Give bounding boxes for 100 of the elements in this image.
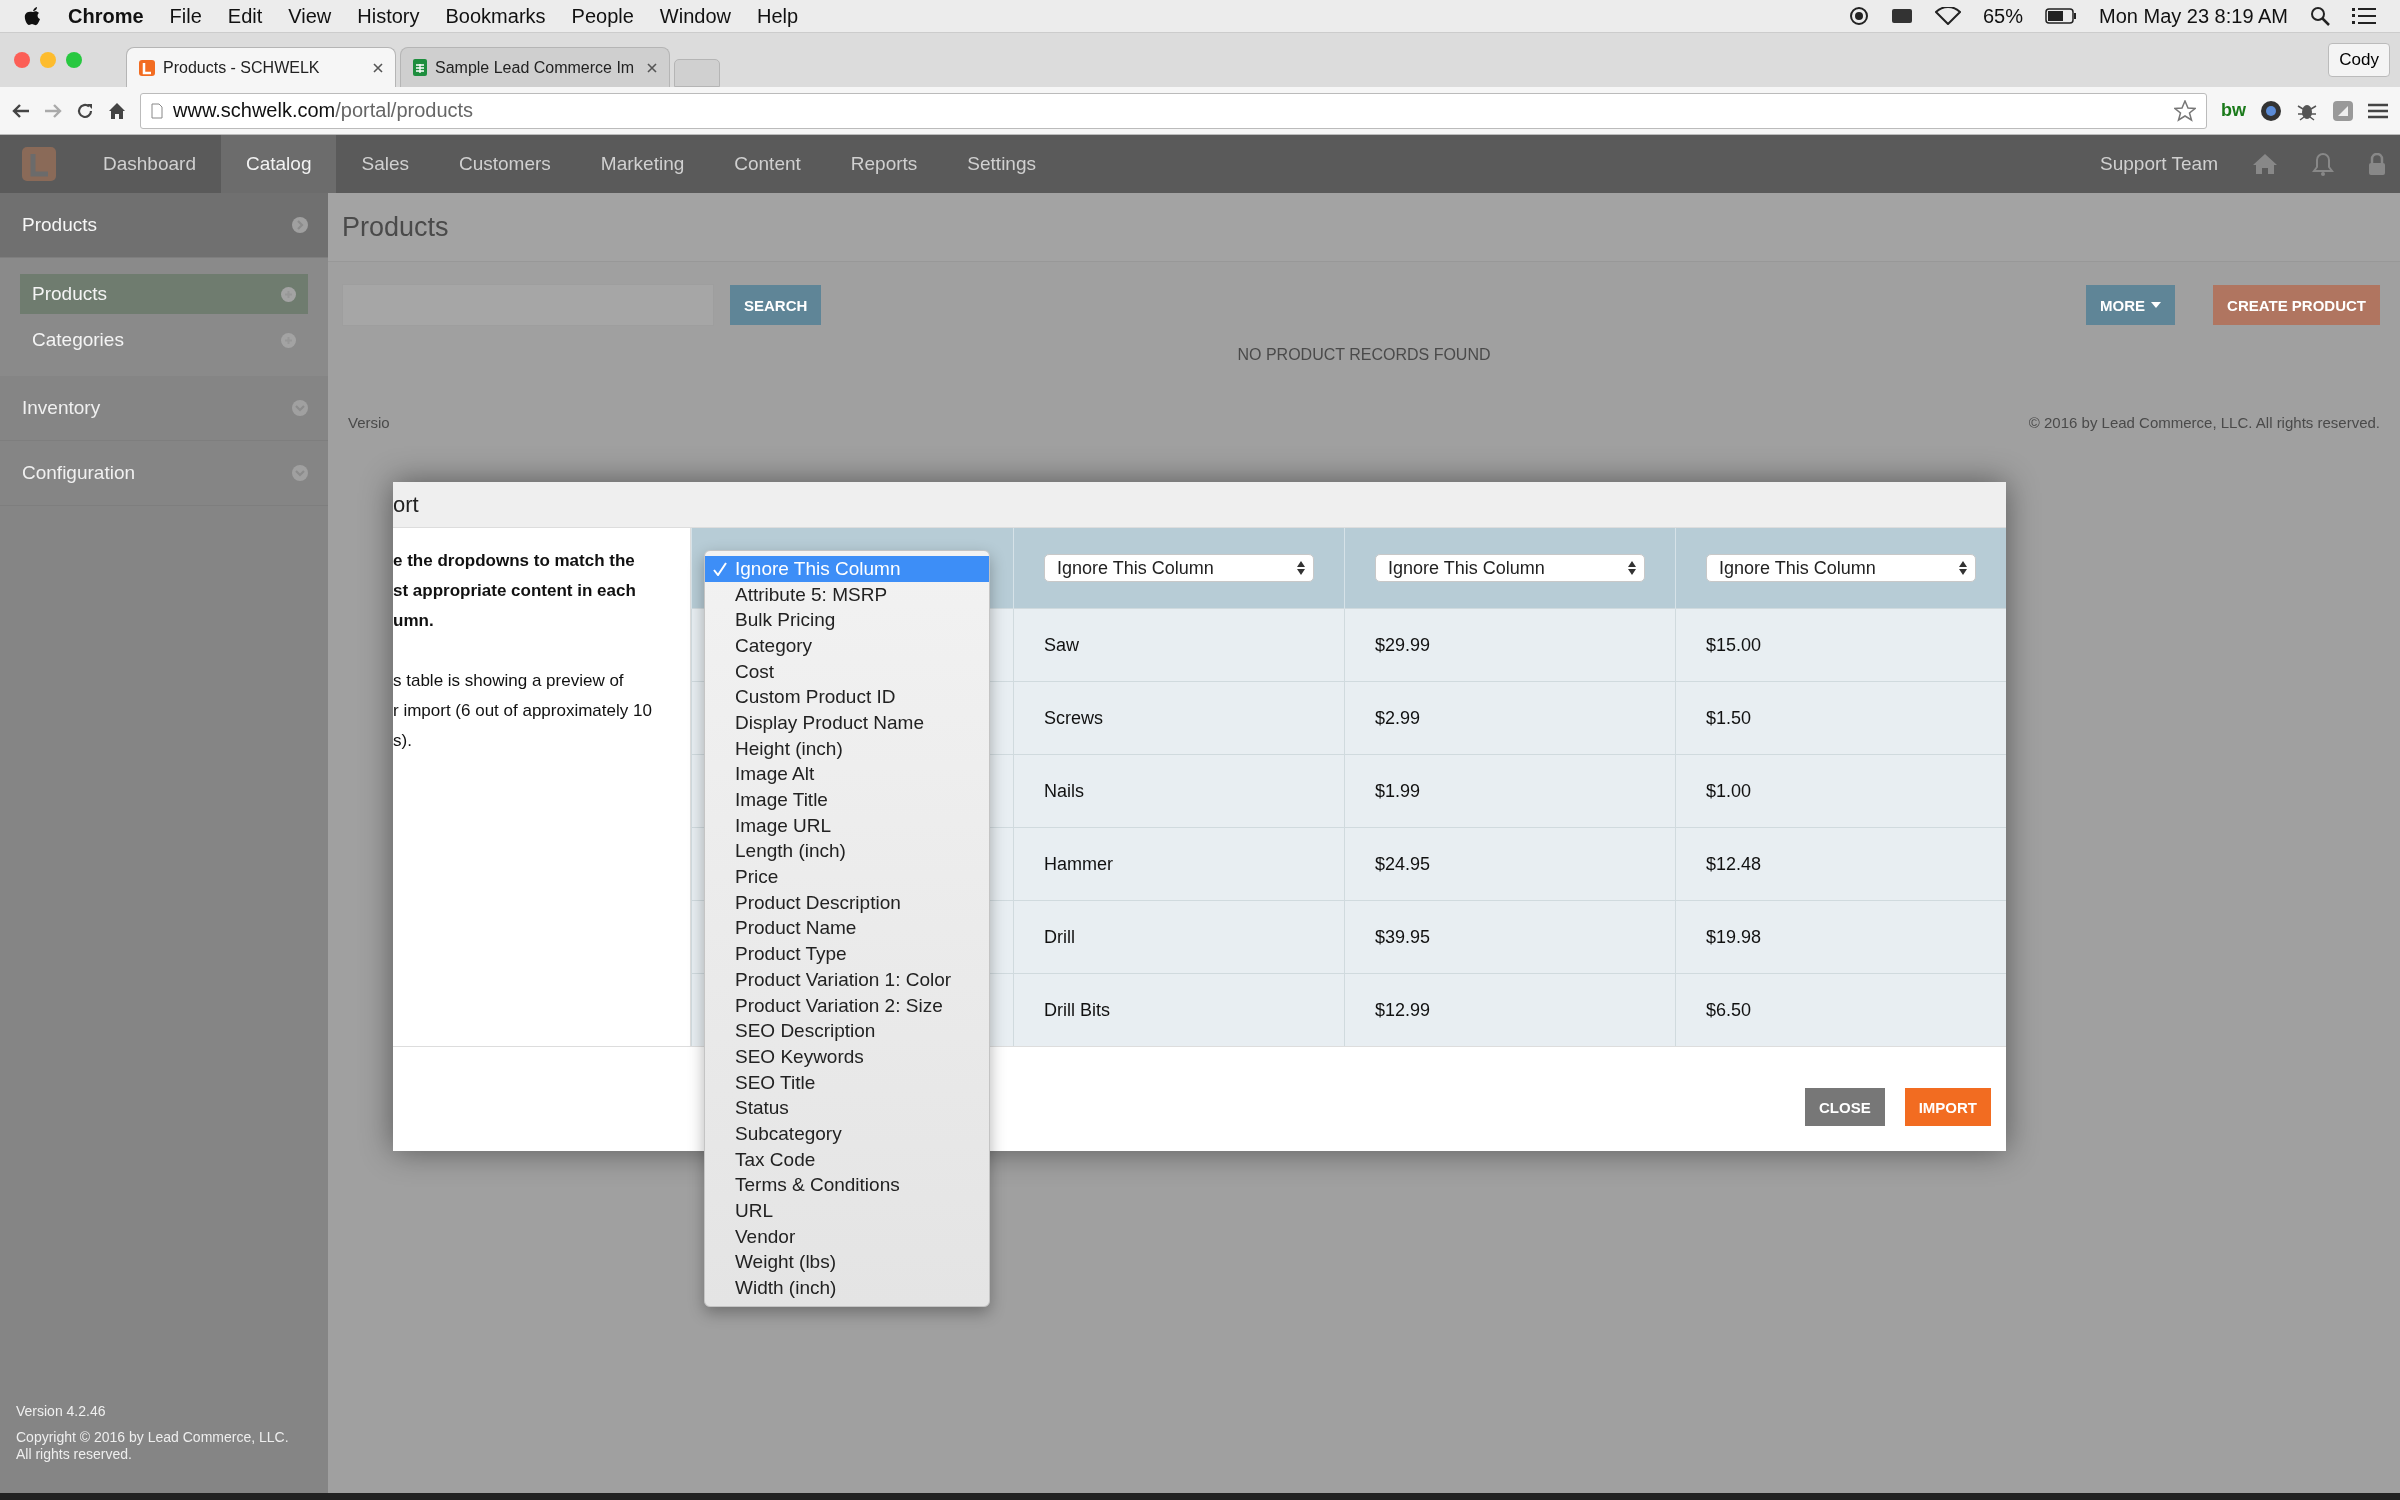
menu-item[interactable]: History: [357, 4, 420, 28]
nav-tab[interactable]: Marketing: [575, 135, 710, 193]
footer-text: © 2016 by Lead Commerce, LLC. All rights reserved.: [2028, 414, 2380, 431]
menu-item[interactable]: View: [288, 4, 332, 28]
dropdown-option[interactable]: Product Type: [705, 941, 989, 967]
close-icon[interactable]: [647, 62, 657, 73]
dropdown-option[interactable]: Attribute 5: MSRP: [705, 581, 989, 608]
dropdown-option[interactable]: Category: [705, 633, 989, 659]
table-cell: $2.99: [1375, 707, 1421, 728]
extension-square-icon[interactable]: [2332, 99, 2354, 122]
nav-tab[interactable]: Dashboard: [78, 135, 221, 193]
close-button[interactable]: CLOSE: [1804, 1088, 1885, 1126]
search-button[interactable]: SEARCH: [730, 285, 822, 325]
dropdown-option[interactable]: Product Variation 2: Size: [705, 992, 989, 1019]
battery-percentage: 65%: [1983, 4, 2023, 28]
nav-tab[interactable]: Settings: [942, 135, 1061, 193]
dropdown-option[interactable]: SEO Title: [705, 1069, 989, 1096]
menu-item[interactable]: Help: [756, 4, 799, 28]
table-cell: $12.48: [1706, 853, 1762, 874]
dropdown-option[interactable]: URL: [705, 1198, 989, 1224]
user-menu[interactable]: Support Team: [2100, 153, 2218, 175]
sidebar-item[interactable]: Products: [20, 274, 308, 314]
chevron-down-icon: [292, 400, 308, 416]
search-icon[interactable]: [2310, 6, 2330, 26]
dropdown-option[interactable]: Image Title: [705, 787, 989, 813]
table-cell: $1.50: [1706, 707, 1752, 728]
extension-circle-icon[interactable]: [2260, 99, 2282, 122]
reload-icon[interactable]: [76, 101, 94, 120]
dialog-title: ort: [393, 491, 419, 518]
nav-tab[interactable]: Catalog: [220, 135, 337, 193]
dropdown-option[interactable]: Display Product Name: [705, 710, 989, 736]
apple-logo-icon[interactable]: [24, 5, 42, 27]
home-icon[interactable]: [108, 101, 126, 120]
dropdown-option[interactable]: Weight (lbs): [705, 1249, 989, 1276]
address-bar[interactable]: www.schwelk.com/portal/products: [140, 92, 2207, 129]
plus-circle-icon: [281, 332, 296, 348]
table-cell: $19.98: [1706, 926, 1762, 947]
column-select[interactable]: Ignore This Column: [1375, 554, 1645, 582]
menu-icon[interactable]: [2368, 102, 2388, 119]
url-text: www.schwelk.com/portal/products: [173, 99, 474, 122]
extension-button[interactable]: bw: [2221, 100, 2246, 121]
dropdown-option[interactable]: SEO Keywords: [705, 1044, 989, 1070]
more-button[interactable]: MORE: [2086, 285, 2176, 325]
dropdown-option[interactable]: Image Alt: [705, 761, 989, 788]
menu-item[interactable]: Bookmarks: [445, 4, 546, 28]
menu-item[interactable]: File: [169, 4, 202, 28]
table-cell: $12.99: [1375, 999, 1431, 1020]
dropdown-option[interactable]: Status: [705, 1095, 989, 1122]
nav-tab[interactable]: Content: [709, 135, 826, 193]
browser-tab[interactable]: Products - SCHWELK: [126, 47, 396, 87]
dropdown-option[interactable]: Length (inch): [705, 838, 989, 865]
nav-tab[interactable]: Sales: [336, 135, 434, 193]
app-menu[interactable]: Chrome: [68, 4, 144, 28]
dropdown-option[interactable]: Vendor: [705, 1223, 989, 1250]
column-select[interactable]: Ignore This Column: [1706, 554, 1976, 582]
star-icon[interactable]: [2174, 99, 2196, 122]
tab-title: Sample Lead Commerce Im: [435, 58, 636, 77]
back-icon[interactable]: [12, 102, 30, 119]
column-select[interactable]: Ignore This Column: [1044, 554, 1314, 582]
battery-icon[interactable]: [2045, 8, 2077, 24]
dropdown-option[interactable]: Price: [705, 864, 989, 890]
menu-item[interactable]: Window: [659, 4, 731, 28]
dropdown-option[interactable]: Cost: [705, 658, 989, 685]
wifi-icon[interactable]: [1935, 7, 1961, 25]
dropdown-option[interactable]: Custom Product ID: [705, 684, 989, 711]
dropdown-option[interactable]: Terms & Conditions: [705, 1172, 989, 1199]
dropdown-option[interactable]: Image URL: [705, 812, 989, 839]
dropdown-option[interactable]: Tax Code: [705, 1146, 989, 1173]
profile-button[interactable]: Cody: [2328, 43, 2390, 77]
instruction-line: st appropriate content in each: [393, 580, 637, 602]
updown-arrows-icon: [1959, 561, 1967, 575]
table-cell: Hammer: [1044, 853, 1113, 874]
table-cell: $29.99: [1375, 634, 1431, 655]
updown-arrows-icon: [1297, 561, 1305, 575]
dropdown-option[interactable]: Subcategory: [705, 1121, 989, 1147]
empty-message: NO PRODUCT RECORDS FOUND: [1236, 346, 1492, 364]
close-icon[interactable]: [373, 62, 383, 73]
plus-circle-icon: [281, 286, 296, 302]
dropdown-option[interactable]: Product Name: [705, 915, 989, 942]
list-icon[interactable]: [2352, 7, 2376, 25]
dropdown-option[interactable]: SEO Description: [705, 1018, 989, 1045]
page-icon: [151, 102, 163, 119]
browser-tab[interactable]: Sample Lead Commerce Im: [400, 47, 670, 87]
dropdown-option[interactable]: Product Variation 1: Color: [705, 967, 989, 993]
clock[interactable]: Mon May 23 8:19 AM: [2099, 4, 2288, 28]
chevron-right-icon: [292, 217, 308, 233]
record-icon[interactable]: [1849, 6, 1869, 26]
sidebar-section[interactable]: Products: [0, 193, 328, 258]
dropdown-option[interactable]: Height (inch): [705, 735, 989, 762]
nav-tab[interactable]: Customers: [434, 135, 576, 193]
table-cell: $39.95: [1375, 926, 1431, 947]
create-product-button[interactable]: CREATE PRODUCT: [2213, 285, 2380, 325]
menu-item[interactable]: People: [571, 4, 634, 28]
copyright-text: Copyright © 2016 by Lead Commerce, LLC.: [16, 1429, 290, 1447]
nav-tab[interactable]: Reports: [825, 135, 943, 193]
dropdown-option[interactable]: Product Description: [705, 889, 989, 916]
dropdown-option[interactable]: Width (inch): [705, 1275, 989, 1301]
menu-item[interactable]: Edit: [227, 4, 263, 28]
updown-arrows-icon: [1628, 561, 1636, 575]
dropdown-option[interactable]: Bulk Pricing: [705, 607, 989, 634]
